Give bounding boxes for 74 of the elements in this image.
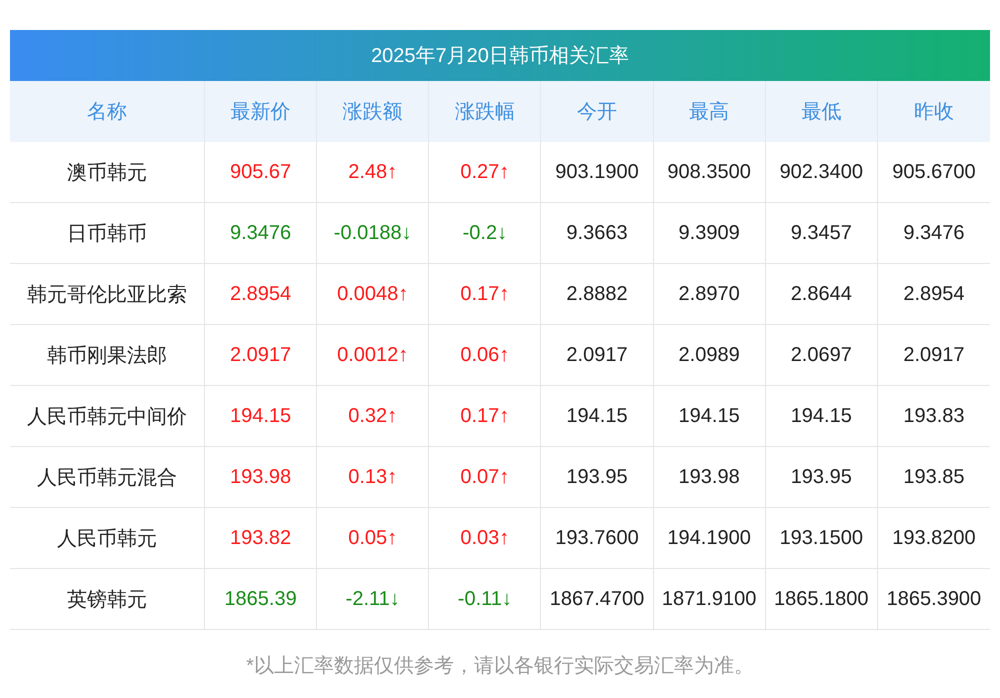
table-cell: 193.98 <box>205 447 318 508</box>
table-cell: 0.17↑ <box>429 264 542 325</box>
table-cell: 0.03↑ <box>429 508 542 569</box>
table-cell: 193.1500 <box>766 508 878 569</box>
table-cell: 194.15 <box>766 386 878 447</box>
table-cell: 193.95 <box>541 447 654 508</box>
table-cell: 0.17↑ <box>429 386 542 447</box>
table-cell: 194.15 <box>205 386 318 447</box>
table-cell: 0.07↑ <box>429 447 542 508</box>
table-cell: 9.3909 <box>654 203 766 264</box>
table-cell: 1865.39 <box>205 569 318 630</box>
table-cell: 0.06↑ <box>429 325 542 386</box>
table-cell: 2.8644 <box>766 264 878 325</box>
table-cell: 日币韩币 <box>10 203 205 264</box>
table-cell: 194.15 <box>654 386 766 447</box>
table-cell: 0.05↑ <box>317 508 430 569</box>
table-cell: 9.3457 <box>766 203 878 264</box>
table-cell: 人民币韩元中间价 <box>10 386 205 447</box>
table-cell: 193.85 <box>878 447 990 508</box>
table-cell: 英镑韩元 <box>10 569 205 630</box>
table-cell: 2.0917 <box>541 325 654 386</box>
table-cell: 194.1900 <box>654 508 766 569</box>
table-cell: 2.0917 <box>878 325 990 386</box>
table-cell: 193.98 <box>654 447 766 508</box>
table-cell: 193.95 <box>766 447 878 508</box>
table-cell: 9.3476 <box>205 203 318 264</box>
table-cell: 193.8200 <box>878 508 990 569</box>
table-cell: 0.0048↑ <box>317 264 430 325</box>
footnote: *以上汇率数据仅供参考，请以各银行实际交易汇率为准。 <box>245 654 755 679</box>
table-cell: 人民币韩元 <box>10 508 205 569</box>
table-cell: 2.8954 <box>205 264 318 325</box>
table-cell: 2.0989 <box>654 325 766 386</box>
table-cell: 2.0697 <box>766 325 878 386</box>
table-cell: 1865.3900 <box>878 569 990 630</box>
table-cell: 905.67 <box>205 142 318 203</box>
table-title: 2025年7月20日韩币相关汇率 <box>10 30 990 81</box>
column-header: 昨收 <box>878 81 990 142</box>
table-cell: 9.3476 <box>878 203 990 264</box>
column-header: 最新价 <box>205 81 318 142</box>
table-cell: 澳币韩元 <box>10 142 205 203</box>
table-cell: 1871.9100 <box>654 569 766 630</box>
table-cell: 9.3663 <box>541 203 654 264</box>
column-header: 名称 <box>10 81 205 142</box>
table-cell: -0.0188↓ <box>317 203 430 264</box>
table-cell: 902.3400 <box>766 142 878 203</box>
column-header: 今开 <box>541 81 654 142</box>
table-cell: 2.48↑ <box>317 142 430 203</box>
table-cell: 194.15 <box>541 386 654 447</box>
table-cell: -0.11↓ <box>429 569 542 630</box>
table-cell: 1867.4700 <box>541 569 654 630</box>
column-header: 涨跌额 <box>317 81 430 142</box>
table-cell: 0.32↑ <box>317 386 430 447</box>
table-cell: 1865.1800 <box>766 569 878 630</box>
table-cell: 905.6700 <box>878 142 990 203</box>
table-cell: 韩币刚果法郎 <box>10 325 205 386</box>
table-cell: 人民币韩元混合 <box>10 447 205 508</box>
column-header: 最高 <box>654 81 766 142</box>
table-cell: 2.0917 <box>205 325 318 386</box>
table-cell: 908.3500 <box>654 142 766 203</box>
table-cell: 193.7600 <box>541 508 654 569</box>
table-cell: 0.13↑ <box>317 447 430 508</box>
table-cell: -0.2↓ <box>429 203 542 264</box>
table-cell: 0.0012↑ <box>317 325 430 386</box>
table-cell: 2.8882 <box>541 264 654 325</box>
table-cell: 193.82 <box>205 508 318 569</box>
column-header: 最低 <box>766 81 878 142</box>
table-cell: 2.8970 <box>654 264 766 325</box>
table-cell: 193.83 <box>878 386 990 447</box>
table-cell: 2.8954 <box>878 264 990 325</box>
table-cell: -2.11↓ <box>317 569 430 630</box>
table-cell: 903.1900 <box>541 142 654 203</box>
table-cell: 韩元哥伦比亚比索 <box>10 264 205 325</box>
column-header: 涨跌幅 <box>429 81 542 142</box>
table-cell: 0.27↑ <box>429 142 542 203</box>
